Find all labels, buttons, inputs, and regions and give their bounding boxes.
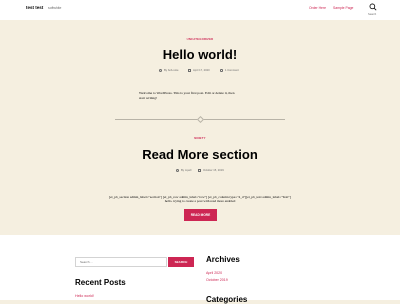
recent-posts-title: Recent Posts <box>75 278 126 287</box>
read-more-button[interactable]: READ MORE <box>184 209 217 221</box>
search-input[interactable]: Search ... <box>75 257 167 267</box>
comment-icon <box>220 69 224 73</box>
archive-link[interactable]: April 2020 <box>206 271 222 275</box>
site-header: test test softwhite Order Here Sample Pa… <box>0 0 400 20</box>
nav-order-here[interactable]: Order Here <box>309 6 326 10</box>
post-title[interactable]: Hello world! <box>0 47 400 62</box>
archives-title: Archives <box>206 255 240 264</box>
nav-sample-page[interactable]: Sample Page <box>333 6 353 10</box>
post-excerpt-line: start writing! <box>139 96 158 100</box>
calendar-icon <box>188 69 192 73</box>
post-date[interactable]: October 15, 2019 <box>203 169 224 172</box>
author-icon <box>176 169 180 173</box>
post-comments[interactable]: 1 Comment <box>225 69 239 72</box>
search-toggle-label[interactable]: Search <box>368 13 376 16</box>
recent-post-link[interactable]: Hello world! <box>75 294 94 298</box>
site-title[interactable]: test test <box>26 5 43 10</box>
site-description: softwhite <box>48 5 62 10</box>
post-category[interactable]: UNCATEGORIZED <box>0 37 400 41</box>
post-title[interactable]: Read More section <box>0 147 400 162</box>
post-author[interactable]: By bob-note <box>164 69 179 72</box>
footer-widgets <box>0 235 400 300</box>
archive-link[interactable]: October 2019 <box>206 278 228 282</box>
post-author[interactable]: By mpell <box>181 169 191 172</box>
post-category[interactable]: NINETY <box>0 136 400 140</box>
calendar-icon <box>198 169 202 173</box>
author-icon <box>159 69 163 73</box>
search-icon[interactable] <box>369 3 377 11</box>
post-date[interactable]: April 17, 2020 <box>193 69 210 72</box>
post-content-line: hello. trying to create a post with read… <box>164 199 236 203</box>
search-button[interactable]: SEARCH <box>168 257 194 267</box>
divider-diamond-icon <box>196 115 205 124</box>
